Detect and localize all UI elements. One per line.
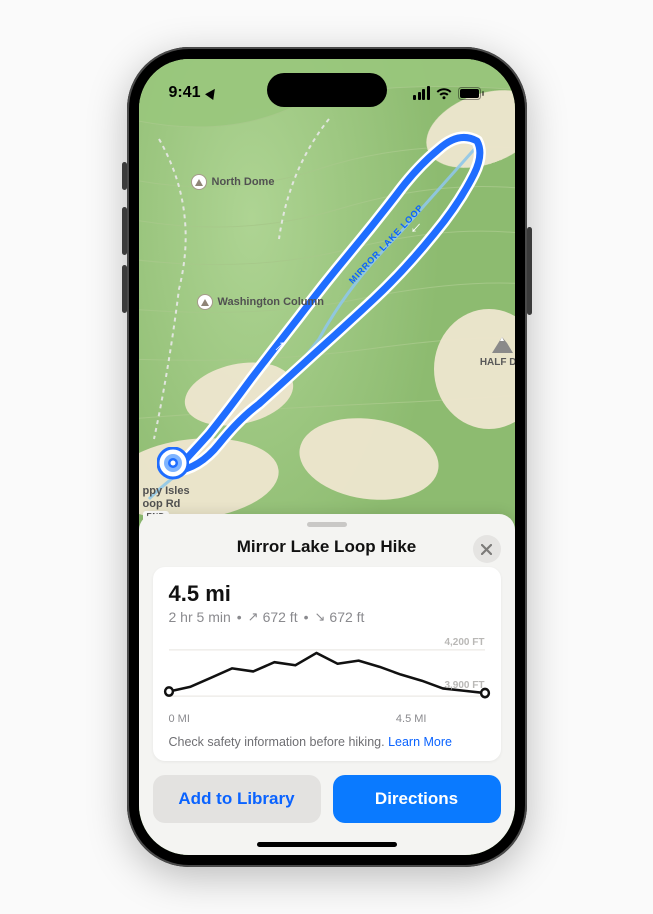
info-card: 4.5 mi 2 hr 5 min • ↗ 672 ft • ↘ 672 ft [153, 567, 501, 761]
x-end-label: 4.5 MI [396, 713, 427, 725]
elev-bottom-label: 3,900 FT [444, 680, 484, 691]
safety-row: Check safety information before hiking. … [169, 735, 485, 749]
poi-half-dome-icon[interactable] [489, 329, 515, 357]
poi-label: North Dome [212, 176, 275, 188]
location-arrow-icon [205, 86, 219, 100]
learn-more-link[interactable]: Learn More [388, 735, 452, 749]
close-button[interactable] [473, 535, 501, 563]
poi-half-dome-label: HALF D [480, 357, 515, 368]
cellular-icon [413, 86, 430, 100]
safety-text: Check safety information before hiking. [169, 735, 389, 749]
duration-value: 2 hr 5 min [169, 609, 231, 625]
home-indicator[interactable] [257, 842, 397, 847]
x-start-label: 0 MI [169, 713, 190, 725]
silence-switch [122, 162, 127, 190]
wifi-icon [435, 87, 453, 100]
power-button [527, 227, 532, 315]
poi-north-dome[interactable]: North Dome [191, 174, 275, 190]
poi-label: Washington Column [218, 296, 325, 308]
details-sheet[interactable]: Mirror Lake Loop Hike 4.5 mi 2 hr 5 min … [139, 514, 515, 855]
iphone-frame: 9:41 [127, 47, 527, 867]
screen: 9:41 [139, 59, 515, 855]
battery-icon [458, 87, 485, 100]
directions-button[interactable]: Directions [333, 775, 501, 823]
ascent-icon: ↗ [248, 609, 259, 625]
descent-icon: ↘ [315, 609, 326, 625]
volume-up-button [122, 207, 127, 255]
route-start-marker[interactable] [157, 447, 189, 487]
descent-value: 672 ft [329, 609, 364, 625]
close-icon [481, 544, 492, 555]
action-buttons: Add to Library Directions [153, 775, 501, 823]
stats-row: 2 hr 5 min • ↗ 672 ft • ↘ 672 ft [169, 609, 485, 625]
poi-washington-column[interactable]: Washington Column [197, 294, 325, 310]
elevation-chart: 4,200 FT 3,900 FT [169, 637, 485, 709]
mountain-icon [191, 174, 207, 190]
dynamic-island [267, 73, 387, 107]
sheet-title: Mirror Lake Loop Hike [237, 537, 416, 557]
mountain-icon [197, 294, 213, 310]
add-to-library-button[interactable]: Add to Library [153, 775, 321, 823]
distance-value: 4.5 mi [169, 581, 485, 607]
status-time: 9:41 [169, 84, 201, 102]
elev-top-label: 4,200 FT [444, 637, 484, 648]
road-name-line2: oop Rd [143, 498, 181, 510]
sheet-grabber[interactable] [307, 522, 347, 527]
volume-down-button [122, 265, 127, 313]
ascent-value: 672 ft [263, 609, 298, 625]
